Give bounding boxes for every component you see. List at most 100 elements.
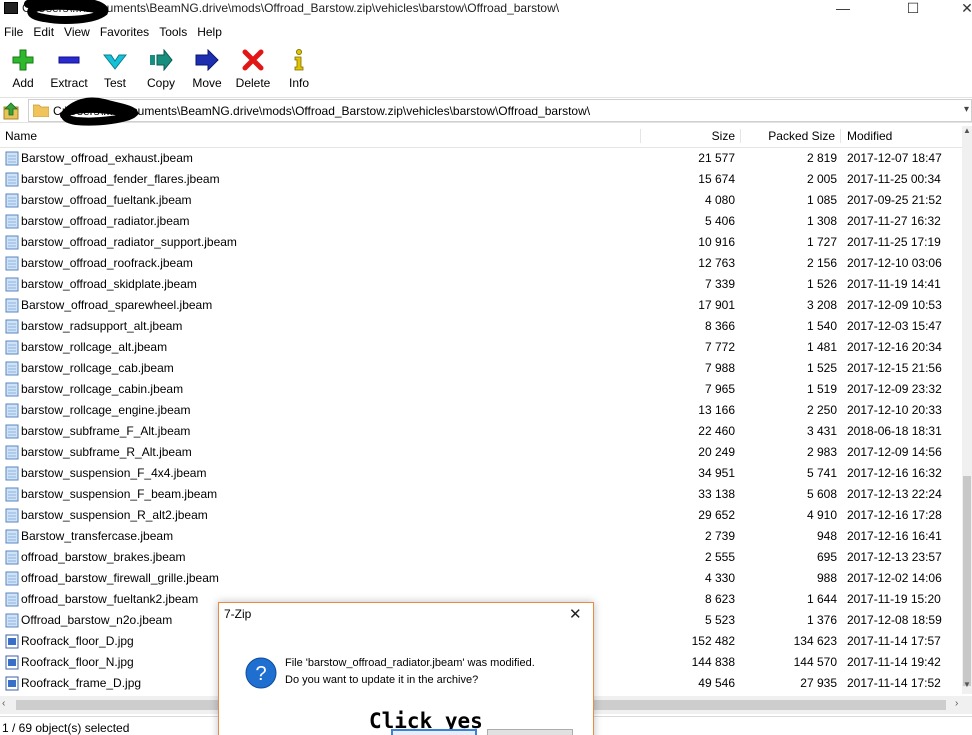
- yes-button[interactable]: [391, 729, 477, 735]
- no-button[interactable]: [487, 729, 573, 735]
- minimize-button[interactable]: —: [820, 0, 866, 18]
- column-header-size[interactable]: Size: [640, 129, 735, 143]
- file-size: 29 652: [698, 508, 735, 522]
- file-name: Barstow_transfercase.jbeam: [21, 529, 174, 543]
- jbeam-file-icon: [5, 319, 19, 334]
- menu-favorites[interactable]: Favorites: [96, 22, 155, 42]
- file-name: Roofrack_frame_D.jpg: [21, 676, 142, 690]
- jbeam-file-icon: [5, 172, 19, 187]
- table-row[interactable]: Barstow_transfercase.jbeam 2 739 948 2017-1…: [0, 526, 962, 547]
- vertical-scrollbar[interactable]: ▲ ▼: [962, 126, 972, 694]
- file-name: barstow_offroad_radiator.jbeam: [21, 214, 190, 228]
- table-row[interactable]: barstow_suspension_F_beam.jbeam 33 138 5 6…: [0, 484, 962, 505]
- dialog-message-line2: Do you want to update it in the archive?: [285, 674, 479, 686]
- file-size: 22 460: [698, 424, 735, 438]
- scroll-down-icon[interactable]: ▼: [962, 680, 972, 694]
- address-field[interactable]: C:\Users\...\Documents\BeamNG.drive\mods…: [28, 99, 972, 122]
- column-header-name[interactable]: Name: [5, 129, 37, 143]
- file-packed-size: 2 983: [806, 445, 837, 459]
- file-size: 5 406: [704, 214, 735, 228]
- file-packed-size: 2 250: [806, 403, 837, 417]
- table-row[interactable]: barstow_offroad_radiator_support.jbeam 10…: [0, 232, 962, 253]
- menu-edit[interactable]: Edit: [29, 22, 60, 42]
- file-name: Roofrack_floor_D.jpg: [21, 634, 134, 648]
- file-packed-size: 1 085: [806, 193, 837, 207]
- file-modified: 2017-12-15 21:56: [847, 361, 942, 375]
- table-row[interactable]: barstow_offroad_radiator.jbeam 5 406 1 308…: [0, 211, 962, 232]
- close-window-button[interactable]: ✕: [944, 0, 972, 18]
- vertical-scroll-thumb[interactable]: [963, 476, 971, 686]
- delete-button[interactable]: Delete: [230, 46, 276, 92]
- table-row[interactable]: barstow_offroad_fueltank.jbeam 4 080 1 085…: [0, 190, 962, 211]
- file-modified: 2017-11-14 17:57: [847, 634, 941, 648]
- jbeam-file-icon: [5, 571, 19, 586]
- file-size: 144 838: [691, 655, 735, 669]
- file-modified: 2017-12-13 23:57: [847, 550, 942, 564]
- menu-help[interactable]: Help: [193, 22, 228, 42]
- table-row[interactable]: barstow_offroad_fender_flares.jbeam 15 67…: [0, 169, 962, 190]
- maximize-button[interactable]: ☐: [890, 0, 936, 18]
- column-header-packed-size[interactable]: Packed Size: [740, 129, 835, 143]
- file-name: Barstow_offroad_exhaust.jbeam: [21, 151, 193, 165]
- file-size: 10 916: [698, 235, 735, 249]
- dialog-close-button[interactable]: ✕: [569, 605, 582, 623]
- title-bar: C:\Users\...\Documents\BeamNG.drive\mods…: [0, 0, 972, 24]
- info-button[interactable]: Info: [276, 46, 322, 92]
- column-header-modified[interactable]: Modified: [840, 129, 960, 143]
- table-row[interactable]: barstow_rollcage_engine.jbeam 13 166 2 250…: [0, 400, 962, 421]
- file-size: 2 739: [704, 529, 735, 543]
- file-packed-size: 1 525: [806, 361, 837, 375]
- copy-button[interactable]: Copy: [138, 46, 184, 92]
- add-button[interactable]: Add: [0, 46, 46, 92]
- file-size: 8 623: [704, 592, 735, 606]
- table-row[interactable]: barstow_offroad_skidplate.jbeam 7 339 1 52…: [0, 274, 962, 295]
- up-folder-button[interactable]: [2, 101, 22, 121]
- list-header: Name Size Packed Size Modified: [0, 126, 962, 148]
- table-row[interactable]: Barstow_offroad_sparewheel.jbeam 17 901 3 …: [0, 295, 962, 316]
- dialog-title: 7-Zip: [224, 607, 252, 621]
- table-row[interactable]: Barstow_offroad_exhaust.jbeam 21 577 2 819…: [0, 148, 962, 169]
- file-modified: 2017-11-19 14:41: [847, 277, 941, 291]
- add-label: Add: [12, 76, 34, 90]
- move-arrow-icon: [195, 48, 219, 72]
- file-size: 5 523: [704, 613, 735, 627]
- menu-tools[interactable]: Tools: [155, 22, 193, 42]
- file-modified: 2017-12-09 23:32: [847, 382, 942, 396]
- jbeam-file-icon: [5, 382, 19, 397]
- file-name: barstow_subframe_F_Alt.jbeam: [21, 424, 191, 438]
- menu-bar: File Edit View Favorites Tools Help: [0, 22, 972, 42]
- file-modified: 2017-12-16 17:28: [847, 508, 942, 522]
- menu-file[interactable]: File: [0, 22, 29, 42]
- menu-view[interactable]: View: [60, 22, 96, 42]
- file-size: 49 546: [698, 676, 735, 690]
- file-packed-size: 695: [816, 550, 837, 564]
- scroll-up-icon[interactable]: ▲: [962, 126, 972, 140]
- table-row[interactable]: barstow_rollcage_cab.jbeam 7 988 1 525 2017…: [0, 358, 962, 379]
- file-modified: 2017-09-25 21:52: [847, 193, 942, 207]
- table-row[interactable]: offroad_barstow_brakes.jbeam 2 555 695 2017…: [0, 547, 962, 568]
- test-button[interactable]: Test: [92, 46, 138, 92]
- table-row[interactable]: barstow_rollcage_alt.jbeam 7 772 1 481 2017…: [0, 337, 962, 358]
- selection-status: 1 / 69 object(s) selected: [2, 721, 130, 735]
- table-row[interactable]: barstow_suspension_R_alt2.jbeam 29 652 4 9…: [0, 505, 962, 526]
- svg-text:?: ?: [255, 663, 266, 685]
- table-row[interactable]: barstow_suspension_F_4x4.jbeam 34 951 5 74…: [0, 463, 962, 484]
- table-row[interactable]: barstow_offroad_roofrack.jbeam 12 763 2 15…: [0, 253, 962, 274]
- table-row[interactable]: offroad_barstow_firewall_grille.jbeam 4 3…: [0, 568, 962, 589]
- chevron-down-icon[interactable]: ▾: [964, 104, 969, 115]
- file-packed-size: 1 519: [806, 382, 837, 396]
- table-row[interactable]: barstow_subframe_R_Alt.jbeam 20 249 2 983 2…: [0, 442, 962, 463]
- file-modified: 2017-11-27 16:32: [847, 214, 941, 228]
- move-button[interactable]: Move: [184, 46, 230, 92]
- jbeam-file-icon: [5, 529, 19, 544]
- table-row[interactable]: barstow_rollcage_cabin.jbeam 7 965 1 519 20…: [0, 379, 962, 400]
- file-size: 21 577: [698, 151, 735, 165]
- file-packed-size: 1 376: [806, 613, 837, 627]
- extract-button[interactable]: Extract: [46, 46, 92, 92]
- scroll-right-icon[interactable]: ›: [955, 698, 958, 709]
- file-name: barstow_offroad_radiator_support.jbeam: [21, 235, 237, 249]
- scroll-left-icon[interactable]: ‹: [2, 698, 5, 709]
- file-size: 15 674: [698, 172, 735, 186]
- table-row[interactable]: barstow_subframe_F_Alt.jbeam 22 460 3 431 2…: [0, 421, 962, 442]
- table-row[interactable]: barstow_radsupport_alt.jbeam 8 366 1 540 20…: [0, 316, 962, 337]
